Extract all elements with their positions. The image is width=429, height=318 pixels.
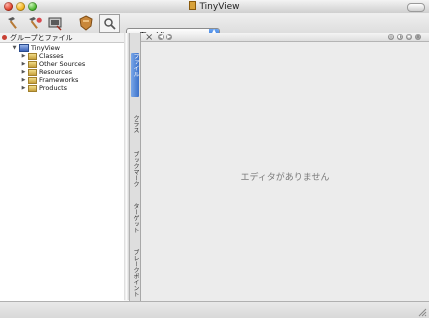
empty-editor-message: エディタがありません (240, 173, 330, 183)
header-dot-icon (2, 35, 7, 40)
tree-item-label: Classes (39, 52, 64, 60)
disclosure-collapsed-icon[interactable]: ▶ (21, 61, 26, 67)
tree-item-label: Resources (39, 68, 73, 76)
find-icon (103, 17, 116, 30)
groups-and-files-header[interactable]: グループとファイル (0, 33, 124, 43)
split-editor-button[interactable]: ◐ (397, 34, 403, 40)
tree-item-other-sources[interactable]: ▶ Other Sources (0, 60, 124, 68)
back-button[interactable]: ◀ (158, 34, 164, 40)
hammer-icon (8, 17, 17, 29)
groups-and-files-label: グループとファイル (10, 33, 73, 42)
folder-icon (28, 52, 37, 60)
build-and-run-icon (29, 17, 42, 29)
disclosure-collapsed-icon[interactable]: ▶ (21, 69, 26, 75)
debug-button[interactable] (45, 13, 65, 33)
folder-icon (28, 60, 37, 68)
window-title: TinyView (0, 1, 429, 12)
tab-bookmarks[interactable]: ブックマーク (131, 151, 139, 199)
lock-button[interactable]: ◍ (388, 34, 394, 40)
build-and-run-button[interactable] (25, 13, 45, 33)
tab-bookmarks-label: ブックマーク (132, 151, 139, 187)
folder-icon (28, 84, 37, 92)
documents-popup-button[interactable]: ◉ (406, 34, 412, 40)
tree-item-resources[interactable]: ▶ Resources (0, 68, 124, 76)
resize-grip-icon[interactable] (417, 307, 427, 317)
editor-area[interactable]: エディタがありません (141, 42, 429, 301)
window-title-text: TinyView (199, 2, 240, 12)
main-toolbar: TinyView ▲▼ (0, 13, 429, 42)
tab-classes[interactable]: クラス (131, 115, 139, 141)
tree-item-frameworks[interactable]: ▶ Frameworks (0, 76, 124, 84)
folder-icon (28, 76, 37, 84)
project-label: TinyView (31, 44, 60, 52)
window-titlebar: TinyView (0, 0, 429, 14)
find-button[interactable] (99, 14, 120, 33)
groups-and-files-panel: グループとファイル ▼ TinyView ▶ Classes ▶ Other S… (0, 33, 125, 301)
left-panel-scroll-thumb[interactable] (124, 33, 129, 300)
tab-breakpoints[interactable]: ブレークポイント (131, 249, 139, 299)
disclosure-expanded-icon[interactable]: ▼ (12, 45, 17, 51)
tab-classes-label: クラス (132, 115, 139, 133)
tree-item-products[interactable]: ▶ Products (0, 84, 124, 92)
stop-button[interactable] (76, 13, 96, 33)
counterpart-button[interactable]: ◌ (415, 34, 421, 40)
project-row[interactable]: ▼ TinyView (0, 44, 124, 52)
tree-item-label: Other Sources (39, 60, 86, 68)
tab-files-label: ファイル (132, 53, 139, 77)
tree-item-label: Products (39, 84, 68, 92)
disclosure-collapsed-icon[interactable]: ▶ (21, 85, 26, 91)
status-bar (0, 301, 429, 318)
document-icon (189, 1, 197, 10)
tab-targets[interactable]: ターゲット (131, 203, 139, 243)
debugger-icon (48, 17, 62, 31)
tab-targets-label: ターゲット (132, 203, 139, 233)
disclosure-collapsed-icon[interactable]: ▶ (21, 77, 26, 83)
tinyview-window: TinyView ▲ グループとファイル ▼ TinyView ▶ Classe… (0, 0, 429, 318)
shield-icon (79, 15, 93, 31)
build-button[interactable] (4, 13, 24, 33)
toolbar-toggle-button[interactable] (407, 3, 425, 12)
project-icon (19, 44, 29, 52)
tree-item-label: Frameworks (39, 76, 79, 84)
forward-button[interactable]: ▶ (166, 34, 172, 40)
vertical-tab-strip: ファイル クラス ブックマーク ターゲット ブレークポイント (130, 33, 141, 301)
disclosure-collapsed-icon[interactable]: ▶ (21, 53, 26, 59)
tree-item-classes[interactable]: ▶ Classes (0, 52, 124, 60)
tab-files[interactable]: ファイル (131, 53, 139, 97)
folder-icon (28, 68, 37, 76)
tab-breakpoints-label: ブレークポイント (132, 249, 139, 297)
editor-navigation-bar: × ◀ ▶ ◍ ◐ ◉ ◌ (141, 32, 429, 43)
